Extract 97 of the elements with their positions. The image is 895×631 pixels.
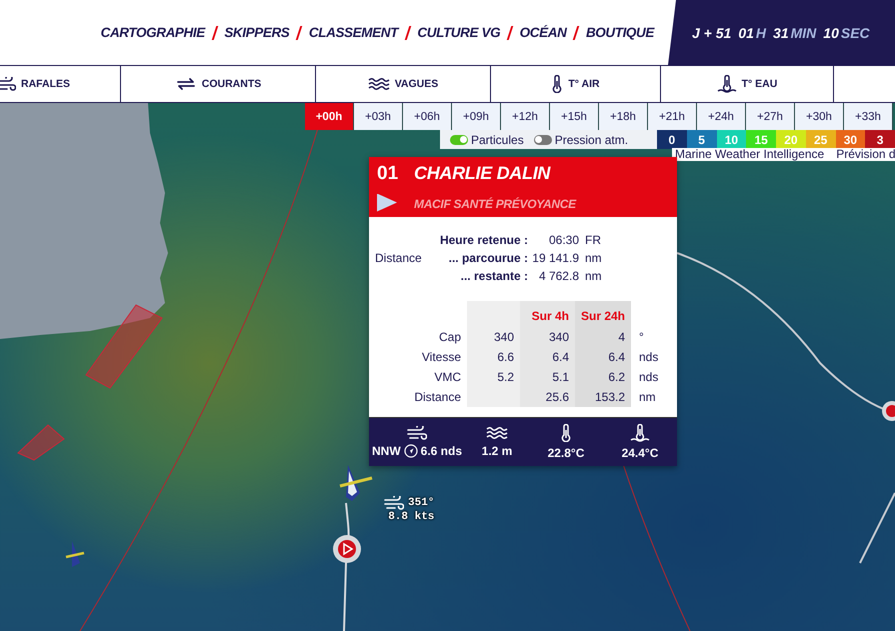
layer-tab[interactable]: RAFALES (0, 66, 121, 102)
table-cell: 5.2 (467, 367, 520, 387)
two-arrows-icon (174, 77, 197, 91)
table-cell: 340 (467, 327, 520, 347)
legend-swatch: 20 (776, 130, 806, 149)
attribution-text: Prévision d (836, 148, 895, 161)
nav-link[interactable]: CULTURE VG (417, 25, 500, 40)
map-marker-icon[interactable] (882, 401, 895, 421)
skipper-name: CHARLIE DALIN (414, 163, 552, 185)
unit-text: nm (638, 389, 657, 406)
time-slot-tab[interactable]: +15h (550, 103, 599, 130)
thermometer-water-icon (630, 424, 650, 442)
table-cell: 340 (520, 327, 575, 347)
compass-icon (404, 444, 418, 458)
info-unit: nm (584, 268, 603, 285)
table-cell: 153.2 (575, 387, 631, 407)
time-slot-tab[interactable]: +09h (452, 103, 501, 130)
nav-link[interactable]: CARTOGRAPHIE (100, 25, 205, 40)
condition-value: 6.6 nds (420, 444, 462, 458)
time-slot-tab[interactable]: +06h (403, 103, 452, 130)
race-marker[interactable] (333, 535, 361, 563)
table-cell: 25.6 (520, 387, 575, 407)
countdown-value: 31 (773, 24, 789, 40)
time-slot-tab[interactable]: +33h (844, 103, 893, 130)
rank-text: 01 (377, 163, 400, 186)
unit-text: ° (638, 329, 645, 346)
legend-swatch: 30 (836, 130, 866, 149)
layer-toggle[interactable]: Particules (450, 132, 524, 146)
condition-value: 24.4°C (622, 446, 658, 460)
time-slot-tab[interactable]: +24h (697, 103, 746, 130)
info-value: 4 762.8 (538, 268, 579, 285)
unit-text: nds (638, 349, 660, 366)
boat-icon[interactable] (66, 541, 84, 567)
nav-link[interactable]: SKIPPERS (224, 25, 290, 40)
time-slot-tab[interactable]: +00h (305, 103, 354, 130)
countdown-unit: MIN (790, 24, 816, 40)
table-cell: 6.6 (467, 347, 520, 367)
time-slot-tab[interactable]: +18h (599, 103, 648, 130)
legend-swatch: 0 (657, 130, 687, 149)
table-cell: 5.1 (520, 367, 575, 387)
time-slot-tab[interactable]: +30h (795, 103, 844, 130)
table-cell: 6.4 (575, 347, 631, 367)
legend-swatch: 5 (686, 130, 716, 149)
waves-icon (486, 426, 508, 440)
info-label: Distance (375, 250, 423, 267)
info-unit: nm (584, 250, 603, 267)
wind-icon (407, 426, 427, 440)
thermometer-icon (551, 75, 564, 93)
speed-text: 8.8 kts (388, 511, 434, 523)
attribution-text: Marine Weather Intelligence (675, 148, 824, 161)
nav-link[interactable]: CLASSEMENT (308, 25, 398, 40)
row-label: Distance (413, 389, 462, 406)
nav-link[interactable]: BOUTIQUE (586, 25, 654, 40)
legend-swatch: 3 (865, 130, 895, 149)
zone-shape (17, 424, 65, 461)
table-cell: 6.2 (575, 367, 631, 387)
nav-link[interactable]: OCÉAN (520, 25, 566, 40)
column-header: Sur 24h (575, 301, 631, 327)
wind-direction: NNW (372, 444, 401, 458)
condition-value: 22.8°C (548, 446, 584, 460)
thermometer-icon (560, 424, 572, 442)
row-label: Cap (438, 329, 462, 346)
info-label: ... restante : (460, 268, 528, 285)
route-line (859, 492, 895, 564)
info-label: Heure retenue : (438, 232, 528, 249)
countdown-day: J + 51 (692, 24, 732, 40)
info-unit: FR (584, 232, 602, 249)
boat-icon[interactable] (340, 465, 372, 501)
time-slot-tab[interactable]: +27h (746, 103, 795, 130)
condition-value: 1.2 m (482, 444, 512, 458)
info-value: 06:30 (548, 232, 579, 249)
row-label: Vitesse (420, 349, 462, 366)
weather-map[interactable] (0, 103, 895, 631)
boat-name: MACIF SANTÉ PRÉVOYANCE (414, 196, 578, 211)
countdown-unit: H (756, 24, 766, 40)
thermometer-water-icon (716, 75, 737, 93)
legend-swatch: 15 (746, 130, 776, 149)
time-slot-tab[interactable]: +12h (501, 103, 550, 130)
table-cell: 4 (575, 327, 631, 347)
table-cell: 6.4 (520, 347, 575, 367)
info-label: ... parcourue : (448, 250, 528, 267)
info-value: 19 141.9 (531, 250, 579, 267)
countdown-unit: SEC (840, 24, 870, 40)
countdown-value: 01 (738, 24, 754, 40)
time-slot-tab[interactable]: +03h (354, 103, 403, 130)
unit-text: nds (638, 369, 660, 386)
row-label: VMC (433, 369, 462, 386)
time-slot-tab[interactable]: +21h (648, 103, 697, 130)
legend-swatch: 10 (716, 130, 746, 149)
waves-icon (368, 77, 390, 91)
column-header: Sur 4h (520, 301, 575, 327)
legend-swatch: 25 (806, 130, 836, 149)
heading-text: 351° (408, 497, 434, 509)
layer-toggle[interactable]: Pression atm. (534, 132, 628, 146)
countdown-value: 10 (823, 24, 839, 40)
wind-icon (384, 496, 404, 510)
wind-icon (0, 77, 16, 91)
